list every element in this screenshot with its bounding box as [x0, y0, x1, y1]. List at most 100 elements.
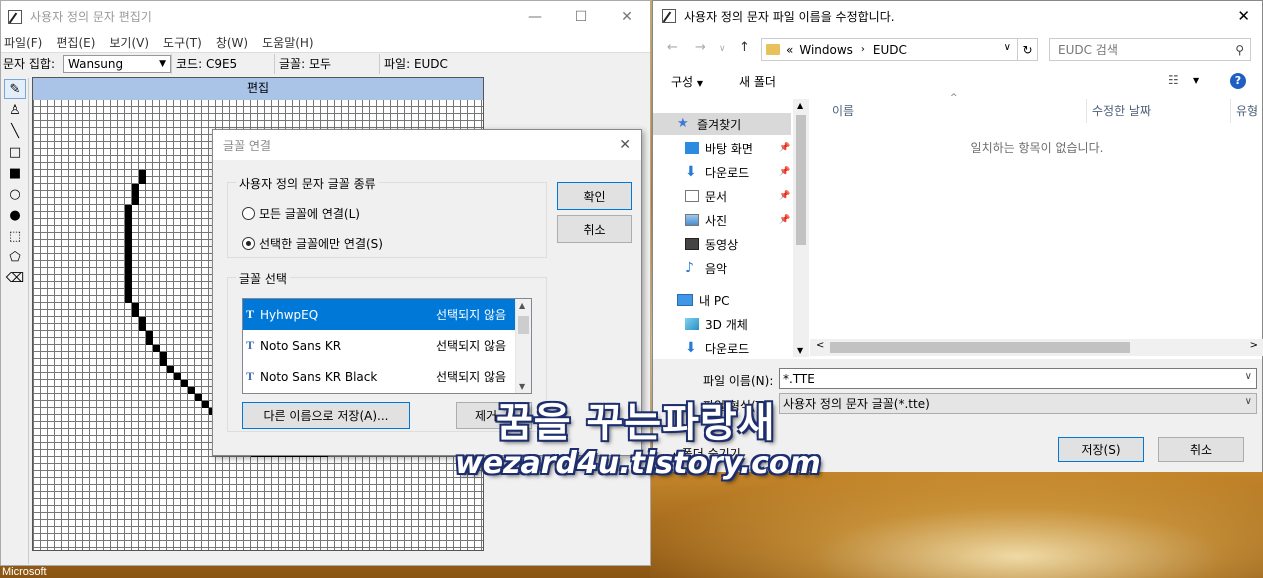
- menu-help[interactable]: 도움말(H): [262, 34, 314, 51]
- nav-desktop[interactable]: 바탕 화면 📌: [685, 137, 790, 159]
- close-icon[interactable]: ✕: [1237, 7, 1250, 25]
- radio-link-all[interactable]: 모든 글꼴에 연결(L): [242, 205, 360, 222]
- navigation-pane: ★ 즐겨찾기 바탕 화면 📌 ⬇ 다운로드 📌 문서 📌 사진 📌 동영상 ♪ …: [653, 99, 809, 357]
- cancel-button[interactable]: 취소: [1158, 437, 1244, 462]
- line-tool-icon[interactable]: ╲: [4, 121, 26, 141]
- column-modified[interactable]: 수정한 날짜: [1092, 102, 1151, 119]
- nav-quick-access[interactable]: ★ 즐겨찾기: [677, 113, 741, 135]
- font-list-scrollbar[interactable]: ▲ ▼: [515, 299, 531, 393]
- rectangular-select-tool-icon[interactable]: ⬚: [4, 226, 26, 246]
- up-arrow-icon[interactable]: ↑: [739, 40, 750, 55]
- help-icon[interactable]: ?: [1230, 73, 1246, 89]
- column-separator[interactable]: [1230, 99, 1231, 123]
- chevron-down-icon[interactable]: ∨: [1245, 371, 1252, 382]
- scroll-left-icon[interactable]: <: [816, 340, 824, 351]
- scroll-right-icon[interactable]: >: [1250, 340, 1258, 351]
- forward-arrow-icon[interactable]: →: [695, 40, 706, 55]
- caret-down-icon[interactable]: ▼: [1193, 76, 1199, 85]
- menu-window[interactable]: 창(W): [216, 34, 248, 51]
- breadcrumb-windows[interactable]: Windows: [799, 43, 853, 57]
- nav-this-pc-label: 내 PC: [699, 293, 730, 308]
- charset-combo[interactable]: Wansung ▼: [63, 54, 171, 73]
- refresh-icon[interactable]: ↻: [1017, 39, 1037, 60]
- address-bar[interactable]: « Windows › EUDC ∨ ↻: [761, 38, 1038, 61]
- nav-scrollbar[interactable]: ▲ ▼: [793, 99, 809, 357]
- column-type[interactable]: 유형: [1236, 102, 1258, 119]
- menu-edit[interactable]: 편집(E): [56, 34, 95, 51]
- font-listbox[interactable]: T HyhwpEQ 선택되지 않음 T Noto Sans KR 선택되지 않음…: [242, 298, 532, 394]
- nav-documents-label: 문서: [705, 189, 728, 204]
- nav-pictures[interactable]: 사진 📌: [685, 209, 790, 231]
- editor-infobar: 문자 집합: Wansung ▼ 코드: C9E5 글꼴: 모두 파일: EUD…: [1, 52, 650, 74]
- pin-icon[interactable]: 📌: [779, 215, 790, 225]
- freeform-select-tool-icon[interactable]: ⬠: [4, 247, 26, 267]
- brush-tool-icon[interactable]: ♙: [4, 100, 26, 120]
- search-box[interactable]: EUDC 검색 ⚲: [1049, 38, 1251, 61]
- menu-file[interactable]: 파일(F): [4, 34, 42, 51]
- glyph-pixel: [146, 331, 153, 338]
- hollow-ellipse-tool-icon[interactable]: ○: [4, 184, 26, 204]
- organize-label: 구성: [671, 75, 694, 89]
- save-as-button[interactable]: 다른 이름으로 저장(A)...: [242, 402, 410, 429]
- new-folder-button[interactable]: 새 폴더: [739, 73, 776, 90]
- glyph-pixel: [125, 226, 132, 233]
- scroll-up-icon[interactable]: ▲: [519, 301, 525, 310]
- filled-rectangle-tool-icon[interactable]: ■: [4, 163, 26, 183]
- filled-ellipse-tool-icon[interactable]: ●: [4, 205, 26, 225]
- font-name: HyhwpEQ: [260, 307, 319, 322]
- nav-3d-objects-label: 3D 개체: [705, 317, 748, 332]
- organize-button[interactable]: 구성 ▼: [671, 73, 703, 90]
- recent-chevron-icon[interactable]: ∨: [719, 44, 726, 54]
- close-icon[interactable]: ✕: [619, 137, 631, 153]
- chevron-down-icon[interactable]: ∨: [1245, 396, 1252, 407]
- radio-indicator: [242, 237, 255, 250]
- chevron-down-icon[interactable]: ∨: [1004, 42, 1011, 53]
- font-list-item[interactable]: T Noto Sans KR 선택되지 않음: [243, 330, 531, 361]
- pencil-tool-icon[interactable]: ✎: [4, 79, 26, 99]
- scroll-down-icon[interactable]: ▼: [797, 346, 803, 355]
- view-options-icon[interactable]: ☷: [1168, 73, 1179, 87]
- column-separator[interactable]: [1086, 99, 1087, 123]
- filename-input[interactable]: *.TTE ∨: [779, 368, 1257, 389]
- glyph-pixel: [132, 310, 139, 317]
- scroll-thumb[interactable]: [518, 316, 529, 334]
- desktop-background: [650, 470, 1263, 578]
- radio-link-selected[interactable]: 선택한 글꼴에만 연결(S): [242, 235, 383, 252]
- menu-view[interactable]: 보기(V): [109, 34, 149, 51]
- eraser-tool-icon[interactable]: ⌫: [4, 268, 26, 288]
- nav-downloads-pc-label: 다운로드: [705, 341, 750, 356]
- font-list-item[interactable]: T HyhwpEQ 선택되지 않음: [243, 299, 531, 330]
- nav-documents[interactable]: 문서 📌: [685, 185, 790, 207]
- cancel-button[interactable]: 취소: [557, 215, 632, 243]
- close-icon[interactable]: ✕: [604, 1, 650, 32]
- minimize-icon[interactable]: —: [512, 1, 558, 32]
- radio-link-selected-label: 선택한 글꼴에만 연결(S): [259, 237, 383, 251]
- pin-icon[interactable]: 📌: [779, 191, 790, 201]
- nav-3d-objects[interactable]: 3D 개체: [685, 313, 748, 335]
- nav-this-pc[interactable]: 내 PC: [677, 289, 729, 311]
- pin-icon[interactable]: 📌: [779, 143, 790, 153]
- scroll-thumb[interactable]: [830, 342, 1130, 353]
- menu-tools[interactable]: 도구(T): [163, 34, 202, 51]
- scroll-thumb[interactable]: [796, 115, 806, 245]
- breadcrumb-prefix[interactable]: «: [786, 43, 793, 57]
- font-list-item[interactable]: T Noto Sans KR Black 선택되지 않음: [243, 361, 531, 392]
- glyph-pixel: [125, 212, 132, 219]
- nav-downloads-pc[interactable]: ⬇ 다운로드: [685, 337, 749, 357]
- pin-icon[interactable]: 📌: [779, 167, 790, 177]
- ok-button[interactable]: 확인: [557, 182, 632, 210]
- column-name[interactable]: 이름: [832, 102, 854, 119]
- save-button[interactable]: 저장(S): [1058, 437, 1144, 462]
- maximize-icon[interactable]: ☐: [558, 1, 604, 32]
- hollow-rectangle-tool-icon[interactable]: □: [4, 142, 26, 162]
- nav-music[interactable]: ♪ 음악: [685, 257, 727, 279]
- glyph-pixel: [125, 233, 132, 240]
- back-arrow-icon[interactable]: ←: [667, 40, 678, 55]
- filetype-select[interactable]: 사용자 정의 문자 글꼴(*.tte) ∨: [779, 393, 1257, 414]
- nav-videos[interactable]: 동영상: [685, 233, 738, 255]
- breadcrumb-eudc[interactable]: EUDC: [873, 43, 907, 57]
- scroll-up-icon[interactable]: ▲: [797, 101, 803, 110]
- nav-downloads[interactable]: ⬇ 다운로드 📌: [685, 161, 790, 183]
- code-display: 코드: C9E5: [171, 53, 274, 74]
- file-list-hscrollbar[interactable]: < >: [810, 339, 1263, 356]
